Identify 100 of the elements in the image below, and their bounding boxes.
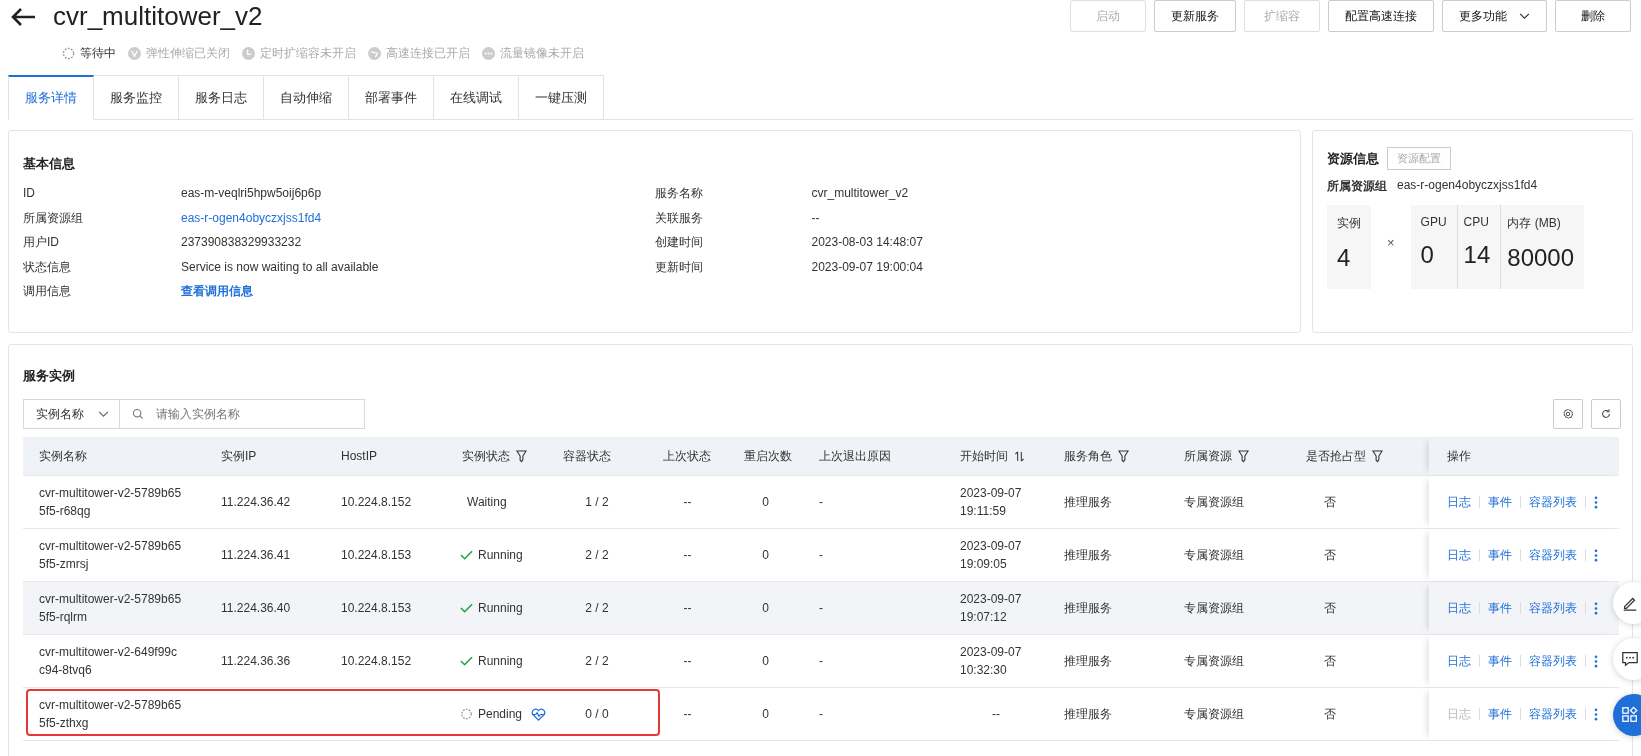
- action-button[interactable]: 删除: [1555, 0, 1631, 32]
- check-icon: [460, 602, 473, 614]
- row-action-link[interactable]: 事件: [1488, 546, 1512, 564]
- table-row[interactable]: cvr-multitower-v2-5789b655f5-r68qg 11.224.36.42 10.224.8.152 Waiting 1 / 2 -- 0 - 2023-09-07 19:11:59 推理服务 专属资源组 否 日志 事件 容器列表: [23, 476, 1619, 529]
- stat-value: 0: [1420, 241, 1435, 269]
- row-action-link[interactable]: 事件: [1488, 599, 1512, 617]
- back-arrow-icon[interactable]: [10, 7, 36, 27]
- settings-button[interactable]: [1553, 399, 1583, 429]
- search-type-select[interactable]: 实例名称: [24, 400, 120, 428]
- row-action-link[interactable]: 日志: [1447, 493, 1471, 511]
- more-icon[interactable]: [1594, 707, 1598, 721]
- heartbeat-icon[interactable]: [531, 707, 547, 721]
- table-cell: 10.224.8.153: [341, 548, 412, 562]
- field-label: 用户ID: [23, 234, 60, 250]
- check-icon: [460, 549, 473, 561]
- field-label: 更新时间: [654, 258, 704, 275]
- stat-value: 14: [1463, 241, 1491, 269]
- filter-icon[interactable]: [1372, 449, 1383, 463]
- row-action-link[interactable]: 容器列表: [1529, 546, 1577, 564]
- chat-icon: [1621, 650, 1639, 668]
- search-field[interactable]: 实例名称 请输入实例名称: [23, 399, 365, 429]
- row-action-link[interactable]: 日志: [1447, 546, 1471, 564]
- table-cell-text: cvr-multitower-v2-649f99cc94-8tvq6: [39, 644, 178, 679]
- more-icon[interactable]: [1594, 601, 1598, 615]
- resource-group-label: 所属资源组: [1327, 178, 1387, 195]
- table-row[interactable]: cvr-multitower-v2-649f99cc94-8tvq6 11.224.36.36 10.224.8.152 Running 2 / 2 -- 0 - 2023-09-07 10:32:30 推理服务 专属资源组 否 日志 事件 容器列表: [23, 635, 1619, 688]
- table-cell: -: [819, 601, 823, 615]
- filter-icon[interactable]: [1118, 449, 1129, 463]
- table-cell: 推理服务: [1064, 652, 1112, 670]
- table-row[interactable]: cvr-multitower-v2-5789b655f5-rqlrm 11.224.36.40 10.224.8.153 Running 2 / 2 -- 0 - 2023-09-07 19:07:12 推理服务 专属资源组 否 日志 事件 容器列表: [23, 582, 1619, 635]
- row-action-link[interactable]: 事件: [1488, 705, 1512, 723]
- row-action-link[interactable]: 事件: [1488, 652, 1512, 670]
- tab[interactable]: 服务日志: [179, 75, 264, 120]
- table-cell: 专属资源组: [1184, 652, 1244, 670]
- resource-group-link[interactable]: eas-r-ogen4obyczxjss1fd4: [181, 209, 655, 226]
- table-cell: 11.224.36.41: [221, 548, 291, 562]
- tab[interactable]: 一键压测: [519, 75, 604, 120]
- row-action-link[interactable]: 容器列表: [1529, 652, 1577, 670]
- table-cell: 0: [762, 495, 769, 509]
- table-cell: 0 / 0: [585, 707, 609, 721]
- mirror-icon: [482, 46, 495, 60]
- status-text: Pending: [478, 707, 523, 721]
- sort-icon[interactable]: [1014, 449, 1025, 463]
- more-dropdown[interactable]: 更多功能: [1442, 0, 1547, 32]
- badge-label: 定时扩缩容未开启: [260, 44, 356, 62]
- column-header: 容器状态: [563, 447, 611, 465]
- action-button[interactable]: 更新服务: [1154, 0, 1236, 32]
- table-cell: 否: [1324, 652, 1336, 670]
- action-button[interactable]: 配置高速连接: [1328, 0, 1434, 32]
- refresh-icon: [1600, 408, 1612, 420]
- row-action-link[interactable]: 容器列表: [1529, 705, 1577, 723]
- section-title: 基本信息: [23, 155, 76, 173]
- table-cell: 推理服务: [1064, 493, 1112, 511]
- column-header: 实例状态: [462, 447, 510, 465]
- field-label: 服务名称: [654, 185, 704, 201]
- more-icon[interactable]: [1594, 654, 1598, 668]
- table-cell-text: 2023-09-07 19:09:05: [960, 538, 1022, 573]
- caret-icon: [98, 410, 109, 418]
- row-action-link[interactable]: 容器列表: [1529, 599, 1577, 617]
- apps-icon: [1621, 706, 1639, 724]
- row-action-link[interactable]: 日志: [1447, 599, 1471, 617]
- filter-icon[interactable]: [516, 449, 527, 463]
- badge-label: 弹性伸缩已关闭: [146, 44, 230, 62]
- tab[interactable]: 部署事件: [349, 75, 434, 120]
- field-label: ID: [23, 185, 36, 201]
- tab[interactable]: 服务监控: [94, 75, 179, 120]
- table-cell: 0: [762, 654, 769, 668]
- tab[interactable]: 自动伸缩: [264, 75, 349, 120]
- more-icon[interactable]: [1594, 495, 1598, 509]
- table-cell-text: 2023-09-07 19:11:59: [960, 485, 1022, 520]
- tab[interactable]: 在线调试: [434, 75, 519, 120]
- table-cell: -: [819, 495, 823, 509]
- badge-label: 高速连接已开启: [386, 44, 470, 62]
- tab[interactable]: 服务详情: [8, 75, 94, 120]
- table-cell: 0: [762, 601, 769, 615]
- table-cell: 否: [1324, 546, 1336, 564]
- row-action-link[interactable]: 容器列表: [1529, 493, 1577, 511]
- more-icon[interactable]: [1594, 548, 1598, 562]
- table-cell: 推理服务: [1064, 705, 1112, 723]
- table-row[interactable]: cvr-multitower-v2-5789b655f5-zmrsj 11.224.36.41 10.224.8.153 Running 2 / 2 -- 0 - 2023-09-07 19:09:05 推理服务 专属资源组 否 日志 事件 容器列表: [23, 529, 1619, 582]
- field-value: --: [811, 209, 821, 226]
- refresh-button[interactable]: [1591, 399, 1621, 429]
- settings-icon: [1562, 408, 1574, 420]
- resource-group-value: eas-r-ogen4obyczxjss1fd4: [1397, 178, 1538, 194]
- table-cell: --: [683, 601, 692, 615]
- multiply-sign: ×: [1387, 235, 1395, 250]
- table-cell: 2 / 2: [585, 548, 609, 562]
- filter-icon[interactable]: [1238, 449, 1249, 463]
- row-action-link[interactable]: 事件: [1488, 493, 1512, 511]
- field-label: 所属资源组: [23, 209, 84, 226]
- search-icon: [132, 408, 144, 420]
- status-text: Running: [478, 548, 523, 562]
- table-cell: 11.224.36.36: [221, 654, 291, 668]
- stat-label: 内存 (MB): [1507, 215, 1562, 232]
- spinner-icon: [460, 708, 473, 720]
- row-action-link[interactable]: 日志: [1447, 652, 1471, 670]
- column-header: 重启次数: [744, 447, 792, 465]
- view-invocation-link[interactable]: 查看调用信息: [181, 283, 655, 299]
- field-label: 调用信息: [23, 283, 72, 299]
- column-header: 实例IP: [221, 447, 257, 465]
